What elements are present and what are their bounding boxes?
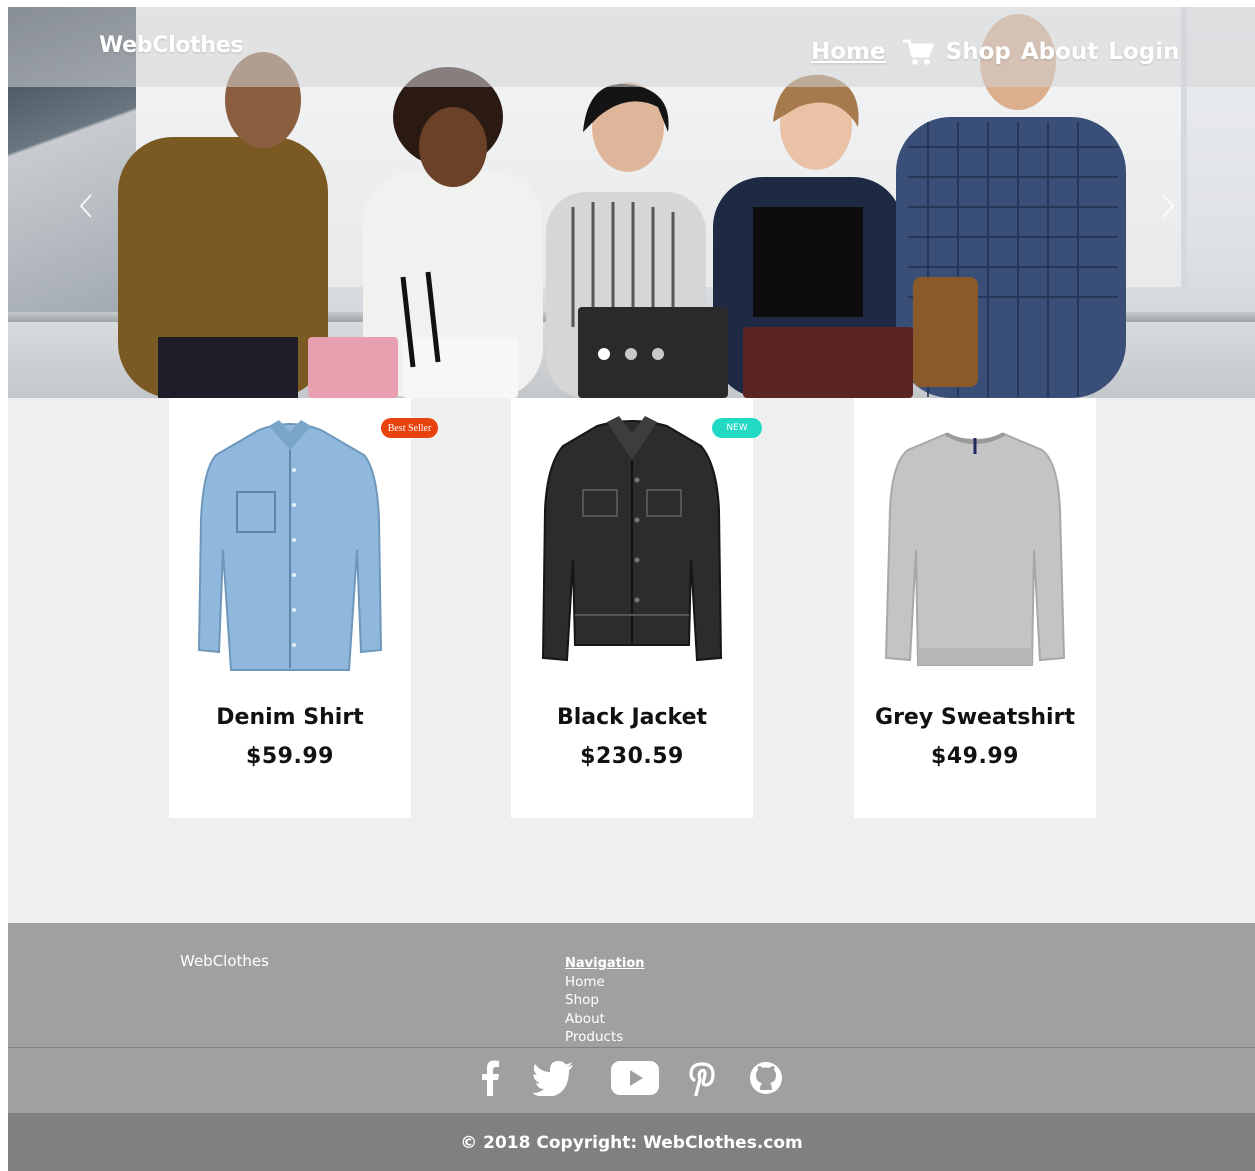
github-icon[interactable] xyxy=(748,1060,784,1096)
product-name: Grey Sweatshirt xyxy=(875,705,1075,730)
footer-brand: WebClothes xyxy=(180,952,269,970)
nav-home-link[interactable]: Home xyxy=(811,39,886,65)
facebook-icon[interactable] xyxy=(479,1060,501,1096)
chevron-right-icon[interactable] xyxy=(1160,192,1176,220)
denim-shirt-image xyxy=(197,420,383,671)
nav-login-link[interactable]: Login xyxy=(1108,39,1179,65)
carousel-dot-2[interactable] xyxy=(625,348,637,360)
brand-logo[interactable]: WebClothes xyxy=(99,33,243,58)
shopping-cart-icon[interactable] xyxy=(902,38,934,66)
carousel-dot-1[interactable] xyxy=(598,348,610,360)
hero-carousel[interactable]: WebClothes Home Shop About Login xyxy=(8,7,1255,398)
footer-bottom: © 2018 Copyright: WebClothes.com xyxy=(8,1113,1255,1171)
product-card-grey-sweatshirt[interactable]: Grey Sweatshirt $49.99 xyxy=(854,398,1096,818)
product-card-black-jacket[interactable]: NEW Black Jacket $230.59 xyxy=(511,398,762,818)
carousel-dot-3[interactable] xyxy=(652,348,664,360)
footer-link-about[interactable]: About xyxy=(565,1010,645,1028)
twitter-icon[interactable] xyxy=(532,1060,574,1096)
footer-link-shop[interactable]: Shop xyxy=(565,991,645,1009)
carousel-indicators xyxy=(598,348,664,360)
product-price: $230.59 xyxy=(580,744,684,769)
product-price: $59.99 xyxy=(246,744,334,769)
best-seller-badge: Best Seller xyxy=(381,418,438,438)
footer-link-home[interactable]: Home xyxy=(565,973,645,991)
product-name: Black Jacket xyxy=(556,705,708,730)
nav-about-link[interactable]: About xyxy=(1021,39,1098,65)
footer: WebClothes Navigation Home Shop About Pr… xyxy=(8,923,1255,1047)
product-price: $49.99 xyxy=(931,744,1019,769)
grey-sweatshirt-image xyxy=(884,432,1066,666)
social-links xyxy=(8,1048,1255,1113)
footer-nav-heading: Navigation xyxy=(565,956,645,971)
chevron-left-icon[interactable] xyxy=(78,192,94,220)
new-badge: NEW xyxy=(712,418,762,438)
footer-navigation: Navigation Home Shop About Products xyxy=(565,955,645,1046)
product-name: Denim Shirt xyxy=(216,705,364,730)
nav-shop-link[interactable]: Shop xyxy=(946,39,1011,65)
footer-link-products[interactable]: Products xyxy=(565,1028,645,1046)
copyright-text: © 2018 Copyright: WebClothes.com xyxy=(460,1133,803,1153)
pinterest-icon[interactable] xyxy=(688,1060,716,1096)
product-card-denim-shirt[interactable]: Best Seller Denim Shirt $59.99 xyxy=(169,398,438,818)
main-nav: Home Shop About Login xyxy=(811,35,1179,69)
black-jacket-image xyxy=(541,416,723,662)
page: WebClothes Home Shop About Login Best Se… xyxy=(8,7,1255,1171)
youtube-icon[interactable] xyxy=(611,1060,659,1096)
